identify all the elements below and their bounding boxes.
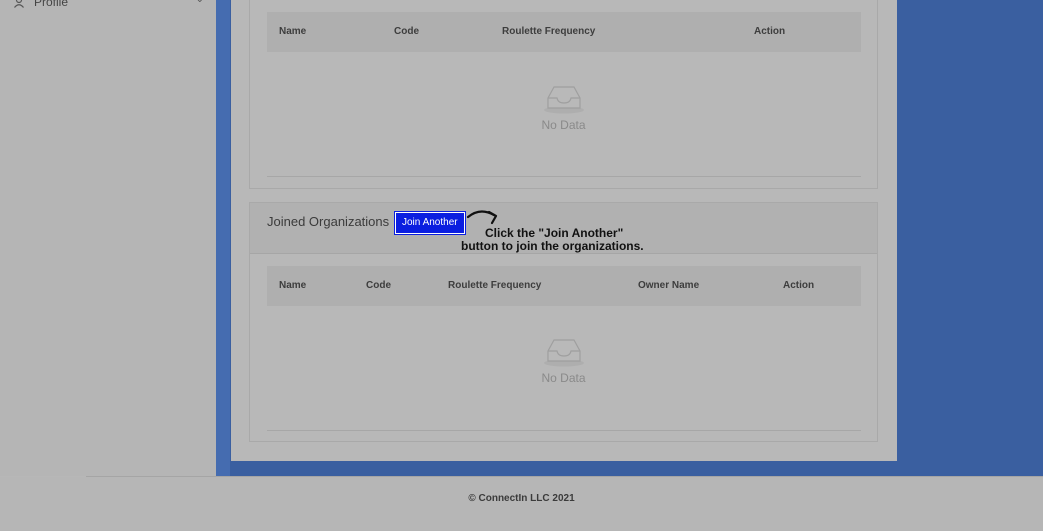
- joined-table-header: Name Code Roulette Frequency Owner Name …: [267, 266, 861, 306]
- table-divider: [267, 176, 861, 177]
- column-action: Action: [754, 26, 786, 37]
- column-code: Code: [366, 280, 391, 291]
- sidebar: Profile ⌄: [0, 0, 216, 476]
- column-name: Name: [279, 280, 307, 291]
- sidebar-item-label: Profile: [34, 0, 69, 9]
- column-roulette-frequency: Roulette Frequency: [448, 280, 542, 291]
- empty-text: No Data: [541, 371, 586, 385]
- column-owner-name: Owner Name: [638, 280, 700, 291]
- organizations-empty-state: No Data: [250, 84, 877, 132]
- chevron-down-icon[interactable]: ⌄: [196, 0, 204, 5]
- column-code: Code: [394, 26, 419, 37]
- join-another-button[interactable]: Join Another: [394, 211, 466, 235]
- joined-empty-state: No Data: [250, 337, 877, 385]
- joined-organizations-title: Joined Organizations: [267, 214, 390, 229]
- footer: © ConnectIn LLC 2021: [0, 477, 1043, 531]
- organizations-table-header: Name Code Roulette Frequency Action: [267, 12, 861, 52]
- column-roulette-frequency: Roulette Frequency: [502, 26, 596, 37]
- organizations-card: Name Code Roulette Frequency Action No D…: [249, 0, 878, 189]
- main-background-stripe: [216, 0, 230, 476]
- sidebar-item-profile[interactable]: Profile ⌄: [12, 0, 216, 12]
- user-icon: [12, 0, 26, 9]
- empty-text: No Data: [541, 118, 586, 132]
- empty-inbox-icon: [543, 86, 584, 114]
- table-divider: [267, 430, 861, 431]
- copyright: © ConnectIn LLC 2021: [468, 493, 575, 504]
- column-action: Action: [783, 280, 815, 291]
- hint-line-2: button to join the organizations.: [461, 239, 644, 253]
- tutorial-hint: Click the "Join Another" button to join …: [461, 227, 661, 253]
- column-name: Name: [279, 26, 307, 37]
- empty-inbox-icon: [543, 339, 584, 367]
